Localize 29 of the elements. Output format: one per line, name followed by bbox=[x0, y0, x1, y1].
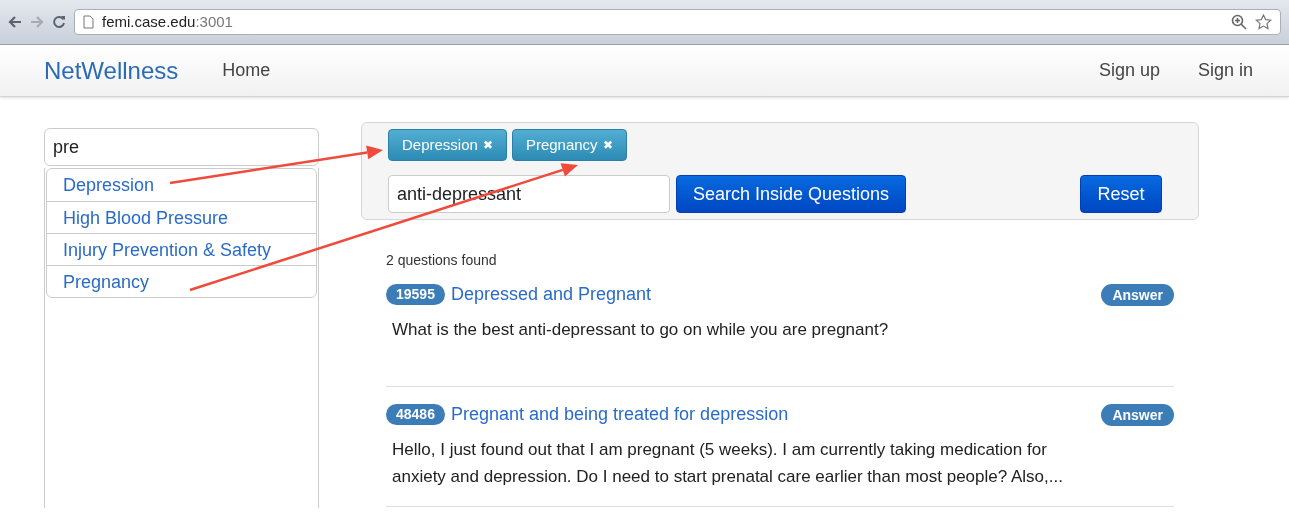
question-id-badge: 19595 bbox=[386, 284, 445, 305]
question-title-link[interactable]: Depressed and Pregnant bbox=[450, 281, 652, 308]
nav-link[interactable]: Sign in bbox=[1197, 57, 1253, 84]
answer-badge: Answer bbox=[1101, 403, 1174, 426]
back-icon[interactable] bbox=[8, 16, 22, 28]
reset-button[interactable]: Reset bbox=[1080, 175, 1162, 213]
url-text: femi.case.edu:3001 bbox=[102, 11, 233, 32]
suggestion-item[interactable]: Depression bbox=[47, 169, 316, 201]
nav-link[interactable]: Home bbox=[222, 57, 271, 84]
reload-icon[interactable] bbox=[52, 15, 66, 29]
star-icon[interactable] bbox=[1255, 14, 1272, 30]
brand-link[interactable]: NetWellness bbox=[44, 52, 179, 89]
topic-search-field[interactable]: pre bbox=[44, 128, 319, 166]
zoom-icon[interactable] bbox=[1231, 14, 1247, 30]
suggestion-item[interactable]: Injury Prevention & Safety bbox=[47, 233, 316, 265]
question-title-link[interactable]: Pregnant and being treated for depression bbox=[450, 401, 789, 428]
answer-badge: Answer bbox=[1101, 283, 1174, 306]
filter-tag[interactable]: Depression ✖ bbox=[388, 129, 507, 161]
search-button[interactable]: Search Inside Questions bbox=[676, 175, 907, 213]
address-bar[interactable]: femi.case.edu:3001 bbox=[74, 9, 1281, 35]
suggestion-item[interactable]: High Blood Pressure bbox=[47, 201, 316, 233]
suggestion-item[interactable]: Pregnancy bbox=[47, 265, 316, 297]
filter-tag[interactable]: Pregnancy ✖ bbox=[511, 129, 627, 161]
page-icon bbox=[83, 15, 94, 29]
question-excerpt: What is the best anti-depressant to go on while you are pregnant? bbox=[391, 319, 890, 341]
question-id-badge: 48486 bbox=[386, 404, 445, 425]
nav-link[interactable]: Sign up bbox=[1098, 57, 1160, 84]
results-count: 2 questions found bbox=[386, 251, 498, 270]
question-excerpt: Hello, I just found out that I am pregnant (5 weeks). I am currently taking medication for anxiety and depression. Do I need to start prenatal care earlier than most people? Also,... bbox=[391, 439, 1064, 488]
